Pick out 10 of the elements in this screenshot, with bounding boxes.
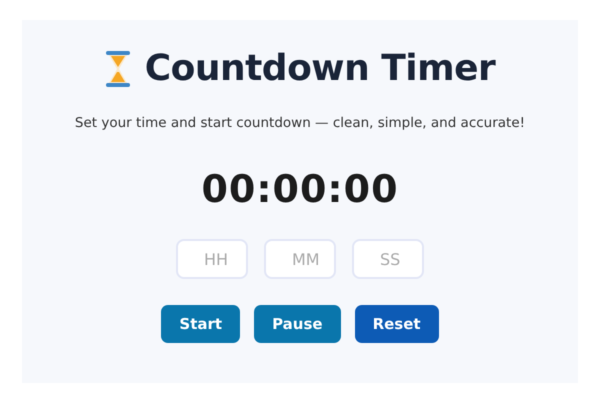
time-input-field[interactable]: SS bbox=[352, 239, 424, 279]
time-input-field[interactable]: MM bbox=[264, 239, 336, 279]
timer-button[interactable]: Start bbox=[161, 305, 240, 343]
time-input-field[interactable]: HH bbox=[176, 239, 248, 279]
timer-button[interactable]: Pause bbox=[254, 305, 341, 343]
hourglass-icon bbox=[104, 50, 131, 88]
app-title: Countdown Timer bbox=[144, 48, 496, 89]
countdown-display: 00:00:00 bbox=[201, 167, 399, 211]
reset-button[interactable]: Reset bbox=[354, 305, 439, 343]
subtitle: Set your time and start countdown — clean, simple, and accurate! bbox=[74, 115, 526, 131]
